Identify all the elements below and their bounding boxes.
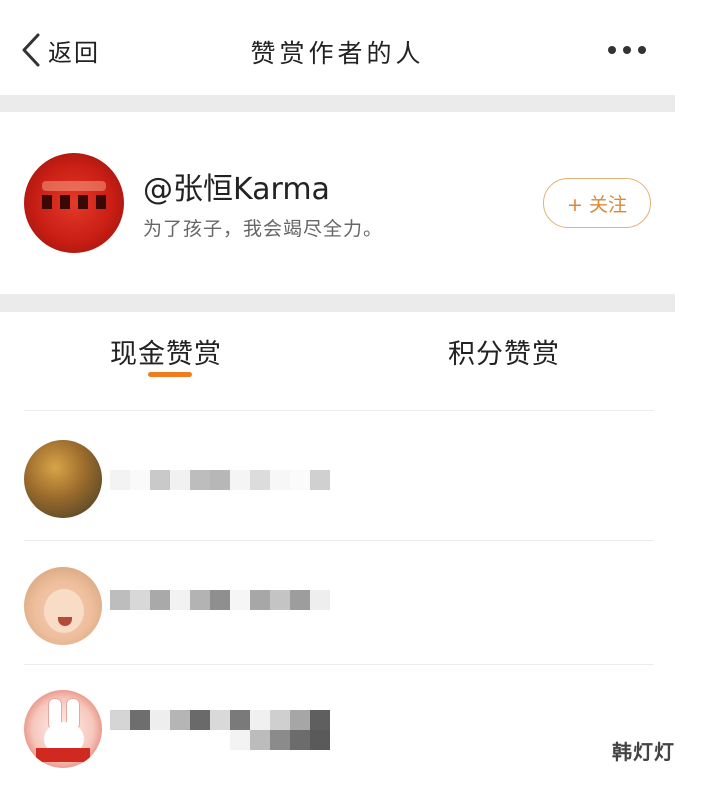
avatar-bar [78, 195, 88, 209]
author-card: @张恒Karma 为了孩子，我会竭尽全力。 + 关注 [0, 112, 675, 294]
blurred-username [110, 710, 330, 750]
more-dot [608, 46, 616, 54]
section-divider [0, 294, 675, 312]
avatar[interactable] [24, 440, 102, 518]
follow-button[interactable]: + 关注 [543, 178, 651, 228]
avatar-bar [60, 195, 70, 209]
avatar-glow [42, 181, 106, 191]
author-name[interactable]: @张恒Karma [143, 164, 330, 208]
avatar[interactable] [24, 567, 102, 645]
avatar-face [44, 589, 84, 633]
page-title: 赞赏作者的人 [250, 39, 425, 68]
list-item[interactable] [0, 545, 675, 665]
active-tab-indicator [148, 372, 192, 377]
divider [24, 664, 654, 665]
tab-bar: 现金赞赏 积分赞赏 [0, 312, 675, 384]
avatar-bar [42, 195, 52, 209]
divider [24, 540, 654, 541]
tab-cash-reward[interactable]: 现金赞赏 [110, 332, 222, 371]
watermark: 韩灯灯 [612, 740, 675, 764]
tab-points-reward[interactable]: 积分赞赏 [448, 332, 560, 371]
author-avatar[interactable] [24, 153, 124, 253]
blurred-username [110, 590, 330, 610]
blurred-username [110, 470, 330, 490]
avatar-bar [96, 195, 106, 209]
avatar[interactable] [24, 690, 102, 768]
list-item[interactable] [0, 668, 675, 788]
divider [24, 410, 654, 411]
avatar-band [36, 748, 90, 762]
author-bio: 为了孩子，我会竭尽全力。 [143, 218, 384, 240]
list-item[interactable] [0, 420, 675, 540]
section-divider [0, 95, 675, 112]
nav-bar: 返回 赞赏作者的人 [0, 0, 675, 95]
more-dot [638, 46, 646, 54]
more-icon[interactable] [608, 46, 652, 58]
more-dot [623, 46, 631, 54]
